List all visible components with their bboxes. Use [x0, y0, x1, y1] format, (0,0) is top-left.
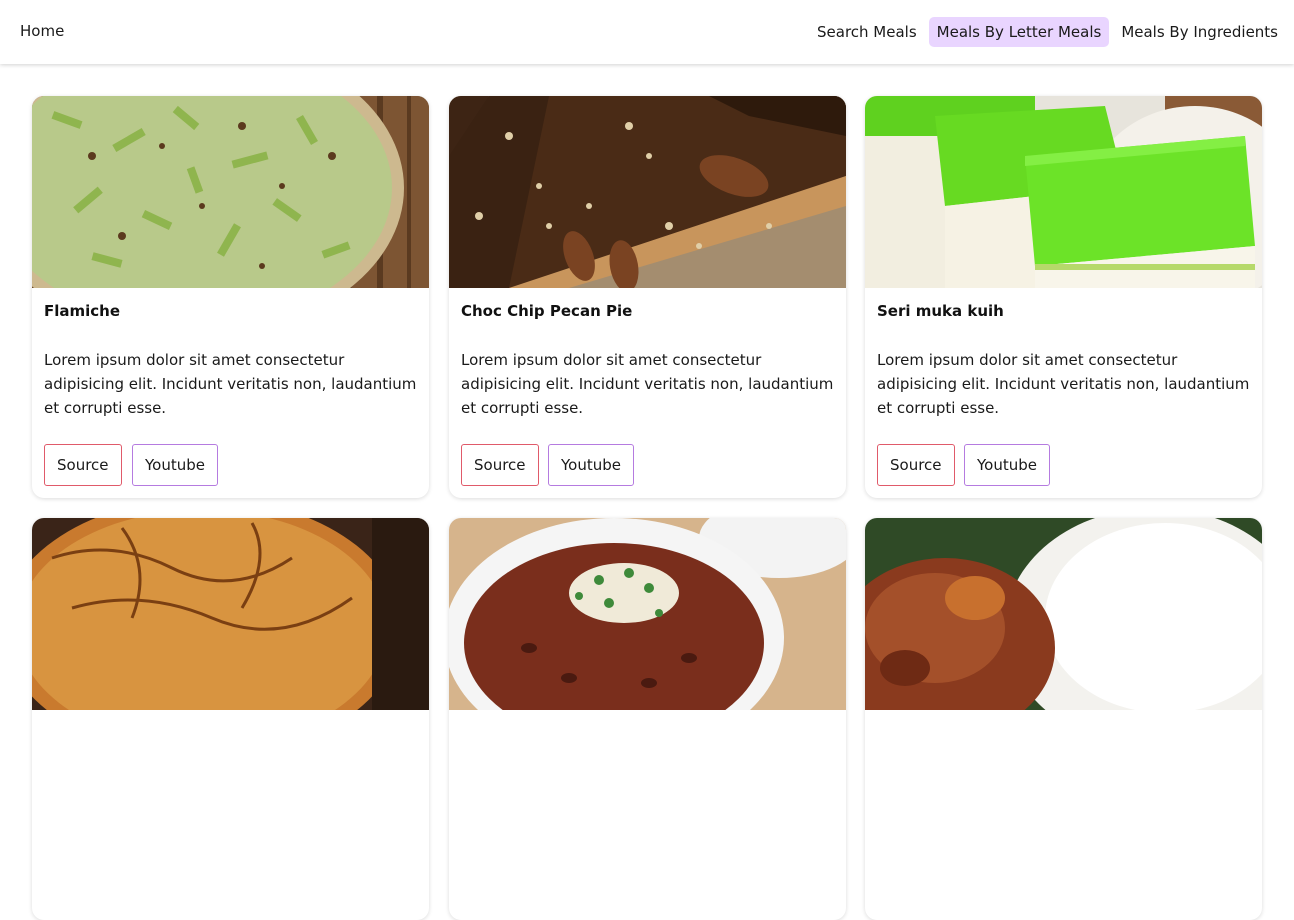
- source-button[interactable]: Source: [877, 444, 955, 486]
- meal-image-choc-chip-pecan-pie: [449, 96, 846, 288]
- chili-bowl-photo: [449, 518, 846, 710]
- youtube-button[interactable]: Youtube: [132, 444, 218, 486]
- meal-title: Seri muka kuih: [877, 302, 1004, 320]
- nav-meals-by-letter-link[interactable]: Meals By Letter Meals: [928, 17, 1110, 47]
- flamiche-photo: [32, 96, 429, 288]
- meal-card: [865, 518, 1262, 920]
- nav-links: Search Meals Meals By Letter Meals Meals…: [805, 16, 1286, 48]
- meal-description: Lorem ipsum dolor sit amet consectetur a…: [877, 351, 1250, 417]
- nasi-lemak-photo: [865, 518, 1262, 710]
- meal-title: Flamiche: [44, 302, 121, 320]
- source-button[interactable]: Source: [461, 444, 539, 486]
- source-button[interactable]: Source: [44, 444, 122, 486]
- meal-image: [449, 518, 846, 710]
- meal-image: [32, 518, 429, 710]
- meal-card: Flamiche Lorem ipsum dolor sit amet cons…: [32, 96, 429, 498]
- meal-image-seri-muka-kuih: [865, 96, 1262, 288]
- meal-description: Lorem ipsum dolor sit amet consectetur a…: [461, 351, 834, 417]
- nav-meals-by-ingredients-link[interactable]: Meals By Ingredients: [1113, 17, 1286, 47]
- meal-description: Lorem ipsum dolor sit amet consectetur a…: [44, 351, 417, 417]
- baked-pie-photo: [32, 518, 429, 710]
- nav-search-meals-link[interactable]: Search Meals: [809, 17, 925, 47]
- meal-card: [32, 518, 429, 920]
- nav-home-link[interactable]: Home: [20, 22, 64, 40]
- youtube-button[interactable]: Youtube: [548, 444, 634, 486]
- meal-image-flamiche: [32, 96, 429, 288]
- top-navbar: Home Search Meals Meals By Letter Meals …: [0, 0, 1294, 64]
- meal-image: [865, 518, 1262, 710]
- youtube-button[interactable]: Youtube: [964, 444, 1050, 486]
- meal-card: Seri muka kuih Lorem ipsum dolor sit ame…: [865, 96, 1262, 498]
- meal-card: Choc Chip Pecan Pie Lorem ipsum dolor si…: [449, 96, 846, 498]
- meal-card: [449, 518, 846, 920]
- seri-muka-photo: [865, 96, 1262, 288]
- pecan-pie-photo: [449, 96, 846, 288]
- meal-title: Choc Chip Pecan Pie: [461, 302, 633, 320]
